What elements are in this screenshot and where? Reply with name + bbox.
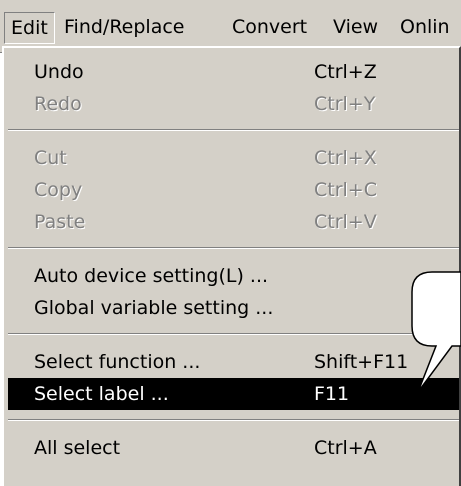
menu-item-label: Redo xyxy=(34,93,82,115)
menu-separator xyxy=(8,419,459,421)
menu-item-global-variable-setting[interactable]: Global variable setting ... xyxy=(8,292,459,324)
menu-item-select-label[interactable]: Select label ... F11 xyxy=(8,378,459,410)
menu-item-shortcut: F11 xyxy=(314,383,350,405)
menu-item-shortcut: Ctrl+C xyxy=(314,179,377,201)
menu-item-label: Global variable setting ... xyxy=(34,297,274,319)
menu-item-redo[interactable]: Redo Ctrl+Y xyxy=(8,88,459,120)
menu-separator xyxy=(8,129,459,131)
menu-item-paste[interactable]: Paste Ctrl+V xyxy=(8,206,459,238)
menu-separator xyxy=(8,333,459,335)
menu-item-label: Select label ... xyxy=(34,383,169,405)
menu-item-undo[interactable]: Undo Ctrl+Z xyxy=(8,56,459,88)
menu-item-auto-device-setting[interactable]: Auto device setting(L) ... xyxy=(8,260,459,292)
menu-item-select-function[interactable]: Select function ... Shift+F11 xyxy=(8,346,459,378)
menu-item-label: Paste xyxy=(34,211,86,233)
menu-item-shortcut: Ctrl+V xyxy=(314,211,377,233)
menu-item-shortcut: Ctrl+X xyxy=(314,147,377,169)
menu-online[interactable]: Onlin xyxy=(400,12,450,44)
menu-item-label: All select xyxy=(34,437,121,459)
menu-item-label: Undo xyxy=(34,61,84,83)
menu-item-label: Cut xyxy=(34,147,67,169)
edit-dropdown-menu: Undo Ctrl+Z Redo Ctrl+Y Cut Ctrl+X Copy … xyxy=(2,46,461,486)
menu-separator xyxy=(8,247,459,249)
menu-item-shortcut: Ctrl+Z xyxy=(314,61,377,83)
menu-item-shortcut: Ctrl+Y xyxy=(314,93,376,115)
menu-item-label: Copy xyxy=(34,179,83,201)
menu-item-label: Auto device setting(L) ... xyxy=(34,265,269,287)
menu-item-cut[interactable]: Cut Ctrl+X xyxy=(8,142,459,174)
menu-item-shortcut: Shift+F11 xyxy=(314,351,409,373)
menu-view[interactable]: View xyxy=(333,12,378,44)
menu-item-all-select[interactable]: All select Ctrl+A xyxy=(8,432,459,464)
menu-item-label: Select function ... xyxy=(34,351,201,373)
menu-edit[interactable]: Edit xyxy=(4,12,55,44)
menu-find-replace[interactable]: Find/Replace xyxy=(64,12,185,44)
menu-item-copy[interactable]: Copy Ctrl+C xyxy=(8,174,459,206)
menu-item-shortcut: Ctrl+A xyxy=(314,437,377,459)
menu-convert[interactable]: Convert xyxy=(232,12,307,44)
